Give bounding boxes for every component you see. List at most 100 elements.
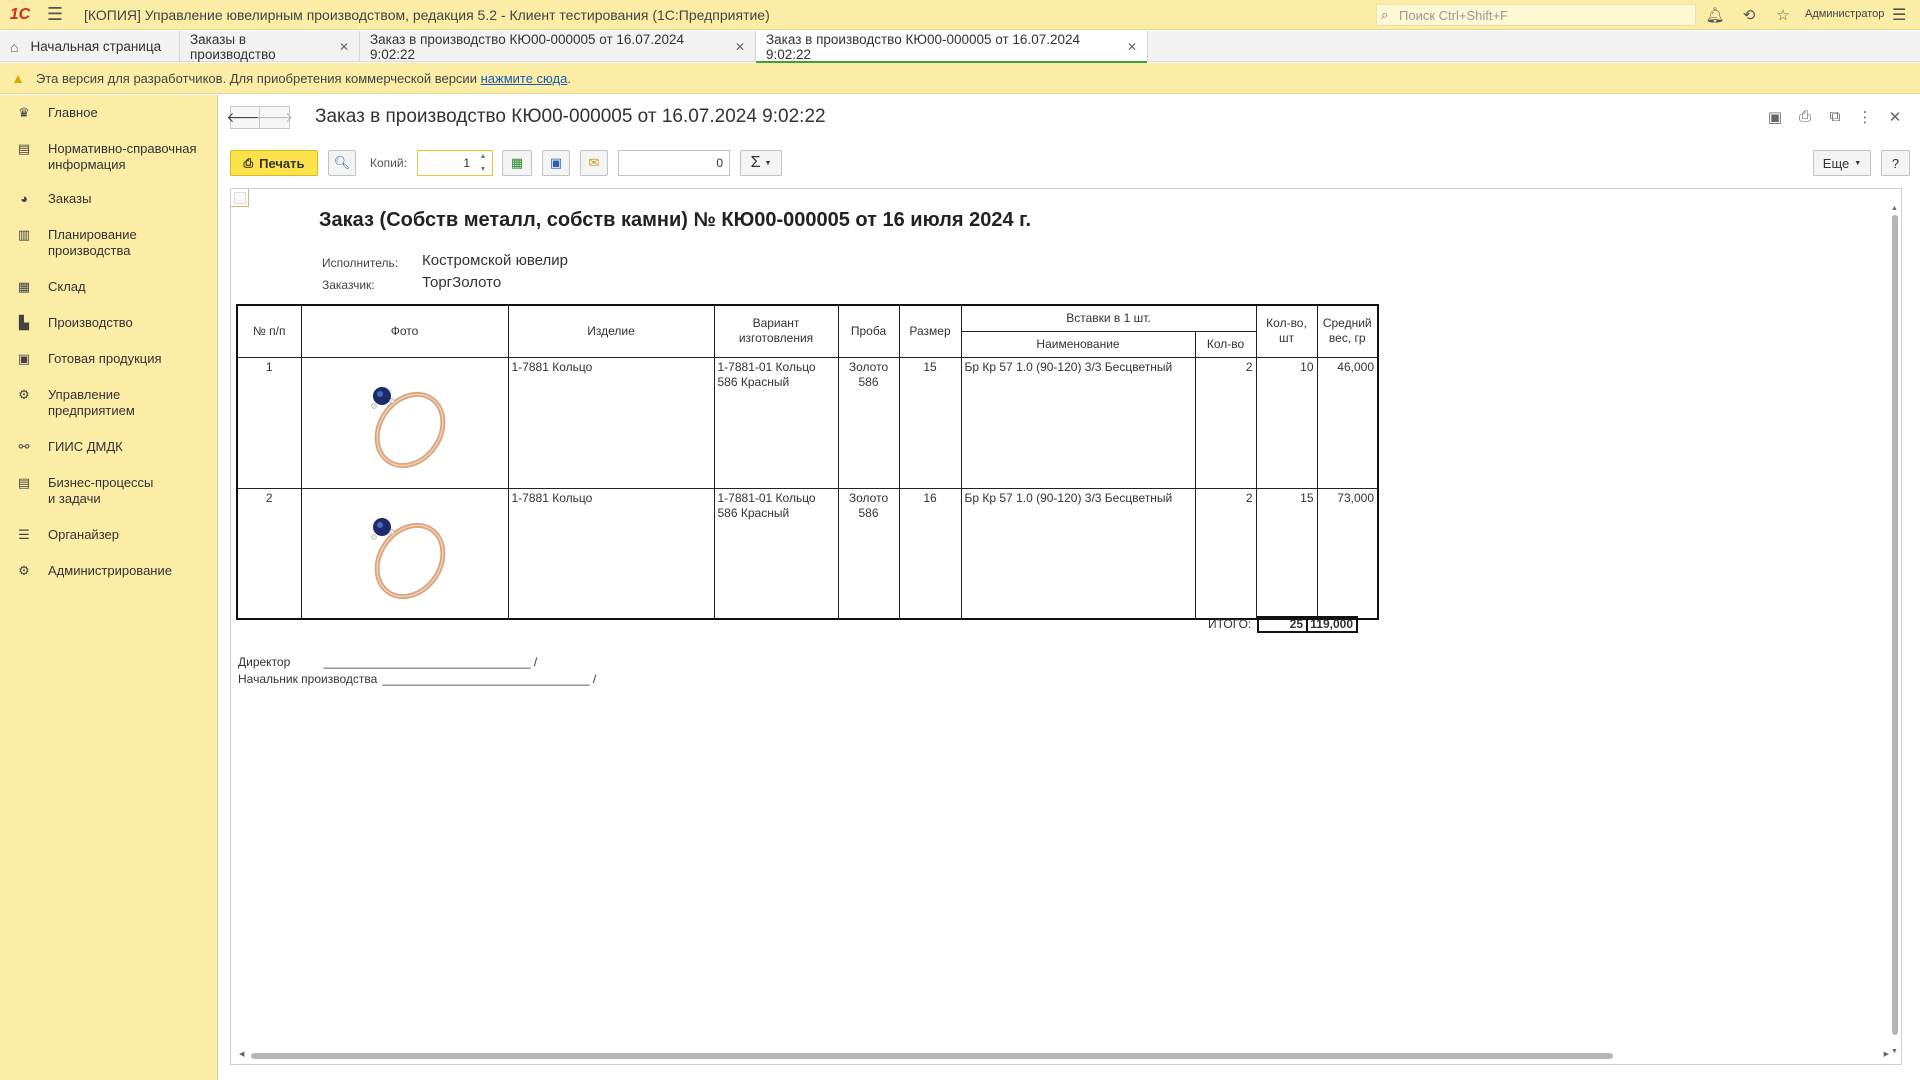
printer-icon[interactable]: ⎙ — [1790, 108, 1820, 126]
search-input[interactable]: ⌕ Поиск Ctrl+Shift+F — [1376, 4, 1696, 26]
row-num: 2 — [236, 487, 302, 620]
row-item: 1-7881 Кольцо — [507, 487, 715, 620]
header-inserts: Вставки в 1 шт. — [960, 304, 1257, 332]
sidebar-item-label: Нормативно-справочная информация — [48, 141, 197, 172]
scroll-thumb[interactable] — [251, 1053, 1613, 1059]
tab-orders-list[interactable]: Заказы в производство ✕ — [180, 31, 360, 62]
print-button[interactable]: ⎙ Печать — [230, 150, 318, 176]
purchase-link[interactable]: нажмите сюда — [481, 71, 568, 86]
bag-icon: ▣ — [17, 351, 31, 366]
sidebar-item-planning[interactable]: ▥ Планирование производства — [0, 217, 217, 269]
sidebar-item-management[interactable]: ⚙︎ Управление предприятием — [0, 377, 217, 429]
app-logo[interactable]: 1С — [0, 0, 40, 30]
forward-button[interactable]: 🡒 — [256, 106, 293, 129]
printer-icon: ⎙ — [243, 155, 254, 170]
scroll-thumb[interactable] — [1892, 215, 1898, 1035]
scroll-right-icon[interactable]: ▶ — [1884, 1050, 1889, 1058]
row-variant: 1-7881-01 Кольцо 586 Красный — [713, 487, 839, 620]
bell-icon[interactable]: 🔔︎ — [1705, 5, 1725, 25]
header-probe: Проба — [837, 304, 900, 358]
signature-chief: Начальник производства _________________… — [238, 672, 596, 686]
history-icon[interactable]: ⟲ — [1739, 5, 1759, 25]
app-title: [КОПИЯ] Управление ювелирным производств… — [84, 6, 770, 23]
row-probe: Золото 586 — [837, 356, 900, 489]
header-item: Изделие — [507, 304, 715, 358]
more-vert-icon[interactable]: ⋮ — [1850, 108, 1880, 126]
close-icon[interactable]: ✕ — [735, 40, 745, 54]
tab-order-document[interactable]: Заказ в производство КЮ00-000005 от 16.0… — [360, 31, 756, 62]
sidebar-item-orders[interactable]: ◕ Заказы — [0, 181, 217, 217]
more-button[interactable]: Еще ▼ — [1813, 150, 1871, 176]
send-email-button[interactable]: ✉ — [580, 150, 608, 176]
sidebar-item-label: Производство — [48, 315, 133, 330]
spin-arrows-icon[interactable]: ▲ ▼ — [476, 153, 490, 173]
row-photo — [300, 487, 509, 620]
edit-sheet-button[interactable]: ▦ — [502, 150, 532, 176]
signature-director-label: Директор — [238, 655, 291, 669]
total-label: ИТОГО: — [1208, 617, 1252, 631]
sigma-icon: Σ — [750, 154, 761, 171]
sum-field[interactable]: 0 — [618, 150, 730, 176]
sidebar-item-reference[interactable]: ▤ Нормативно-справочная информация — [0, 131, 217, 181]
management-icon: ⚙︎ — [18, 387, 30, 402]
ring-photo-icon — [370, 386, 445, 468]
scroll-up-icon[interactable]: ▲ — [1891, 205, 1898, 212]
tab-label: Заказы в производство — [190, 31, 276, 62]
total-qty: 25 — [1257, 616, 1308, 633]
sidebar-item-giis[interactable]: ⚯ ГИИС ДМДК — [0, 429, 217, 465]
book-icon: ▤ — [17, 141, 31, 156]
sidebar-item-label: Главное — [48, 105, 98, 120]
executor-label: Исполнитель: — [322, 256, 399, 270]
ring-photo-icon — [370, 517, 445, 599]
row-insert-name: Бр Кр 57 1.0 (90-120) 3/3 Бесцветный — [960, 356, 1196, 489]
copies-stepper[interactable]: 1 ▲ ▼ — [417, 150, 493, 176]
star-icon[interactable]: ☆ — [1773, 5, 1793, 25]
help-button[interactable]: ? — [1881, 150, 1910, 176]
spreadsheet-document[interactable]: Заказ (Собств металл, собств камни) № КЮ… — [230, 188, 1902, 1065]
menu-icon[interactable]: ☰ — [1892, 5, 1906, 25]
user-name[interactable]: Администратор — [1805, 8, 1884, 20]
tab-order-document-active[interactable]: Заказ в производство КЮ00-000005 от 16.0… — [756, 31, 1148, 63]
signature-line: _______________________________ / — [382, 672, 597, 686]
warning-text: Эта версия для разработчиков. Для приобр… — [36, 70, 477, 86]
close-icon[interactable]: ✕ — [1127, 40, 1137, 54]
row-insert-qty: 2 — [1194, 356, 1257, 489]
horizontal-scrollbar[interactable]: ◀ ▶ — [239, 1050, 1889, 1060]
edit-table-icon: ▦ — [510, 155, 524, 170]
vertical-scrollbar[interactable]: ▲ ▼ — [1891, 205, 1899, 1055]
close-icon[interactable]: ✕ — [1880, 108, 1910, 126]
tab-label: Начальная страница — [30, 39, 162, 54]
sum-mode-button[interactable]: Σ ▼ — [740, 150, 782, 176]
crown-icon: ♛ — [18, 105, 30, 120]
preview-icon[interactable]: ⧉ — [1820, 108, 1850, 126]
copies-value: 1 — [463, 156, 470, 170]
sidebar-item-organizer[interactable]: ☰ Органайзер — [0, 517, 217, 553]
row-avg-weight: 46,000 — [1316, 356, 1379, 489]
sidebar-item-label: Бизнес-процессы и задачи — [48, 475, 154, 506]
copies-label: Копий: — [370, 156, 407, 170]
header-photo: Фото — [300, 304, 509, 358]
search-icon: ⌕ — [1381, 7, 1389, 22]
close-icon[interactable]: ✕ — [339, 40, 349, 54]
organizer-icon: ☰ — [18, 527, 30, 542]
save-file-button[interactable]: ▣ — [542, 150, 570, 176]
scroll-left-icon[interactable]: ◀ — [239, 1050, 244, 1058]
main-content: 🡐 🡒 Заказ в производство КЮ00-000005 от … — [219, 95, 1920, 1080]
tab-bar: ⌂ Начальная страница Заказы в производст… — [0, 31, 1920, 63]
save-icon[interactable]: ▣ — [1760, 108, 1790, 126]
page-title: Заказ в производство КЮ00-000005 от 16.0… — [315, 106, 826, 127]
tab-home[interactable]: ⌂ Начальная страница — [0, 31, 180, 62]
sidebar-item-administration[interactable]: ⚙︎ Администрирование — [0, 553, 217, 589]
scroll-down-icon[interactable]: ▼ — [1891, 1048, 1898, 1055]
main-menu-icon[interactable]: ☰ — [40, 0, 70, 30]
header-variant: Вариант изготовления — [713, 304, 839, 358]
preview-button[interactable]: 🔍︎ — [328, 150, 356, 176]
save-icon: ▣ — [549, 155, 563, 170]
sidebar-item-label: Администрирование — [48, 563, 172, 578]
row-qty: 15 — [1255, 487, 1318, 620]
sidebar-item-finished-goods[interactable]: ▣ Готовая продукция — [0, 341, 217, 377]
sidebar-item-production[interactable]: ▙ Производство — [0, 305, 217, 341]
sidebar-item-business-processes[interactable]: ▤ Бизнес-процессы и задачи — [0, 465, 217, 517]
sidebar-item-main[interactable]: ♛ Главное — [0, 95, 217, 131]
sidebar-item-warehouse[interactable]: ▦ Склад — [0, 269, 217, 305]
